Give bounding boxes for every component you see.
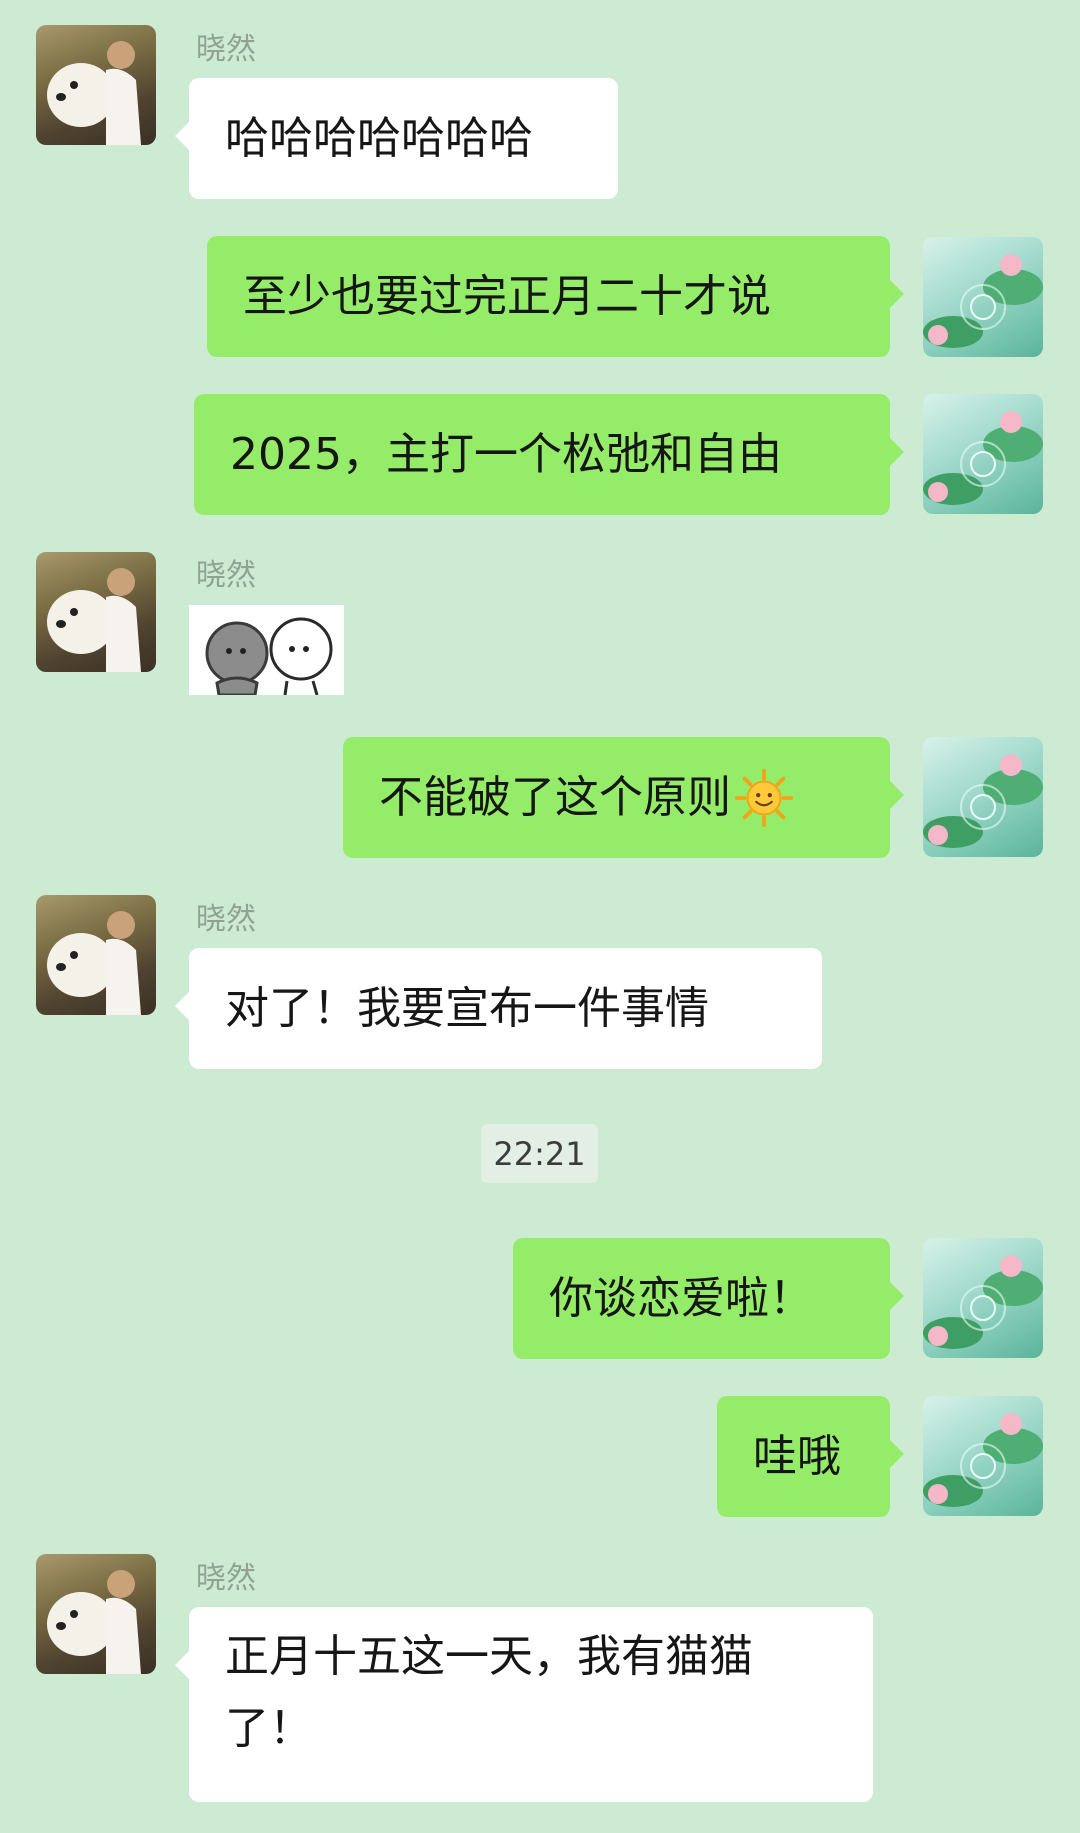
- my-avatar[interactable]: [923, 737, 1043, 857]
- outgoing-message-bubble[interactable]: 不能破了这个原则: [343, 737, 904, 858]
- chat-message-list[interactable]: 晓然 哈哈哈哈哈哈哈 至少也要过完正月二十才说 2025，主打一个松弛和自由 晓…: [0, 0, 1080, 1833]
- message-text: 哇哦: [753, 1430, 841, 1482]
- avatar-photo-icon: [47, 911, 141, 1015]
- contact-avatar[interactable]: [36, 895, 156, 1015]
- avatar-photo-icon: [47, 41, 141, 145]
- my-avatar[interactable]: [923, 237, 1043, 357]
- sticker-message[interactable]: [189, 605, 344, 697]
- sender-name: 晓然: [196, 902, 256, 937]
- sender-name: 晓然: [196, 558, 256, 593]
- sender-name: 晓然: [196, 1561, 256, 1596]
- timestamp: 22:21: [481, 1124, 598, 1183]
- lotus-pond-icon: [923, 754, 1043, 848]
- outgoing-message-bubble[interactable]: 至少也要过完正月二十才说: [207, 236, 904, 357]
- avatar-photo-icon: [47, 1570, 141, 1674]
- message-text: 对了！我要宣布一件事情: [225, 982, 709, 1034]
- two-figures-sticker-icon: [205, 617, 333, 697]
- message-text: 不能破了这个原则: [379, 771, 731, 823]
- outgoing-message-bubble[interactable]: 哇哦: [717, 1396, 904, 1517]
- lotus-pond-icon: [923, 1255, 1043, 1349]
- my-avatar[interactable]: [923, 394, 1043, 514]
- incoming-message-bubble[interactable]: 对了！我要宣布一件事情: [175, 948, 822, 1069]
- message-text: 至少也要过完正月二十才说: [243, 270, 771, 322]
- contact-avatar[interactable]: [36, 25, 156, 145]
- message-text: 哈哈哈哈哈哈哈: [225, 112, 533, 164]
- my-avatar[interactable]: [923, 1238, 1043, 1358]
- lotus-pond-icon: [923, 254, 1043, 348]
- outgoing-message-bubble[interactable]: 你谈恋爱啦！: [513, 1238, 904, 1359]
- contact-avatar[interactable]: [36, 1554, 156, 1674]
- message-text: 你谈恋爱啦！: [549, 1272, 813, 1324]
- lotus-pond-icon: [923, 411, 1043, 505]
- sun-emoji-icon: [735, 768, 793, 827]
- sender-name: 晓然: [196, 32, 256, 67]
- contact-avatar[interactable]: [36, 552, 156, 672]
- my-avatar[interactable]: [923, 1396, 1043, 1516]
- incoming-message-bubble[interactable]: 哈哈哈哈哈哈哈: [175, 78, 618, 199]
- avatar-photo-icon: [47, 568, 141, 672]
- lotus-pond-icon: [923, 1413, 1043, 1507]
- message-text: 正月十五这一天，我有猫猫了！: [225, 1631, 753, 1754]
- outgoing-message-bubble[interactable]: 2025，主打一个松弛和自由: [194, 394, 904, 515]
- message-text: 2025，主打一个松弛和自由: [230, 428, 782, 480]
- incoming-message-bubble[interactable]: 正月十五这一天，我有猫猫了！: [175, 1607, 873, 1802]
